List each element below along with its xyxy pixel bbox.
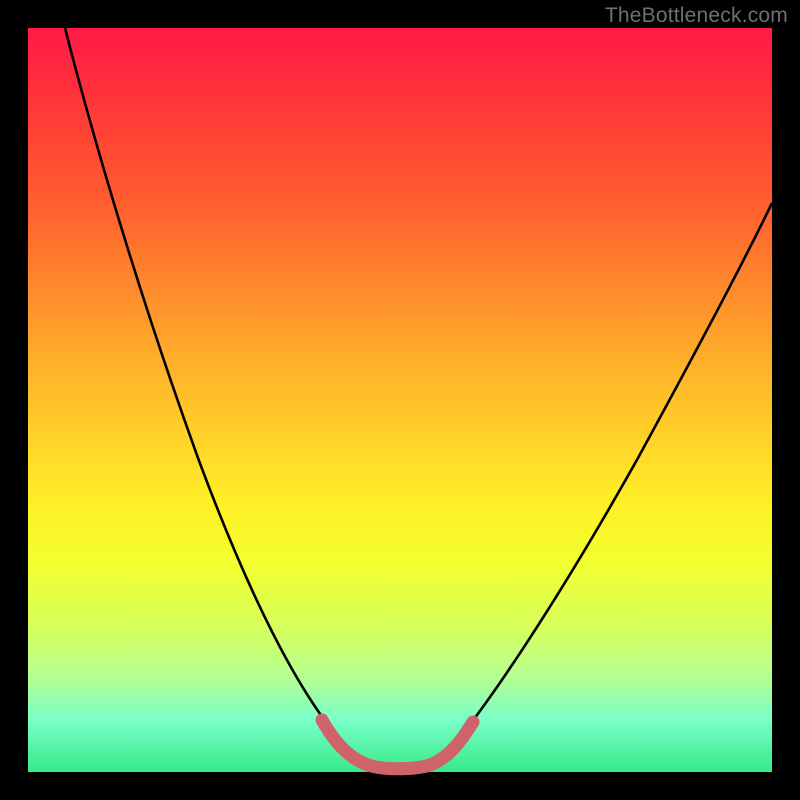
bottleneck-curve xyxy=(65,28,772,768)
curve-layer xyxy=(28,28,772,772)
watermark-text: TheBottleneck.com xyxy=(605,4,788,28)
valley-highlight xyxy=(322,720,473,769)
chart-frame: TheBottleneck.com xyxy=(0,0,800,800)
plot-area xyxy=(28,28,772,772)
